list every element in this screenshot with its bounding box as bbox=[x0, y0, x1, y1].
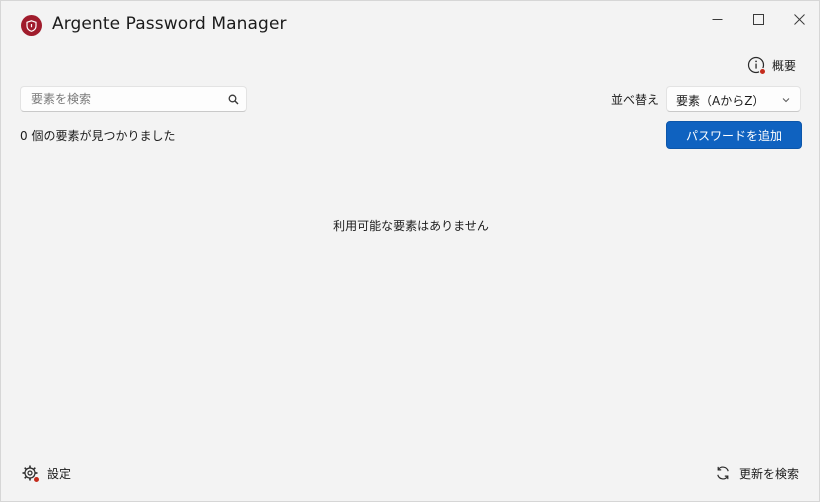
sort-selected-value: 要素（AからZ） bbox=[676, 94, 765, 108]
gear-icon bbox=[21, 464, 40, 483]
notification-dot bbox=[759, 68, 766, 75]
close-button[interactable] bbox=[779, 5, 819, 33]
minimize-button[interactable] bbox=[697, 5, 737, 33]
maximize-icon bbox=[752, 13, 764, 25]
app-window: Argente Password Manager 概要 要素を検索 並べ替え 要… bbox=[0, 0, 820, 502]
maximize-button[interactable] bbox=[738, 5, 778, 33]
close-icon bbox=[793, 13, 805, 25]
add-password-button[interactable]: パスワードを追加 bbox=[666, 121, 802, 149]
check-updates-button[interactable]: 更新を検索 bbox=[715, 463, 799, 483]
title-bar[interactable]: Argente Password Manager bbox=[1, 1, 819, 49]
search-icon[interactable] bbox=[226, 92, 240, 106]
refresh-icon bbox=[717, 466, 729, 480]
about-button[interactable]: 概要 bbox=[747, 55, 796, 75]
result-count: 0 個の要素が見つかりました bbox=[20, 129, 176, 143]
sort-dropdown[interactable]: 要素（AからZ） bbox=[666, 86, 801, 112]
search-input[interactable] bbox=[21, 87, 221, 111]
check-updates-label: 更新を検索 bbox=[738, 466, 799, 481]
search-box bbox=[20, 86, 247, 112]
notification-dot bbox=[33, 476, 40, 483]
settings-button[interactable]: 設定 bbox=[21, 463, 71, 483]
settings-label: 設定 bbox=[47, 466, 72, 481]
chevron-down-icon bbox=[782, 98, 790, 103]
sort-label: 並べ替え bbox=[611, 93, 660, 107]
about-label: 概要 bbox=[772, 58, 797, 73]
app-title: Argente Password Manager bbox=[52, 14, 287, 34]
info-icon bbox=[747, 56, 766, 75]
empty-state-message: 利用可能な要素はありません bbox=[333, 219, 489, 233]
shield-logo-icon bbox=[21, 15, 42, 36]
minimize-icon bbox=[712, 18, 722, 20]
